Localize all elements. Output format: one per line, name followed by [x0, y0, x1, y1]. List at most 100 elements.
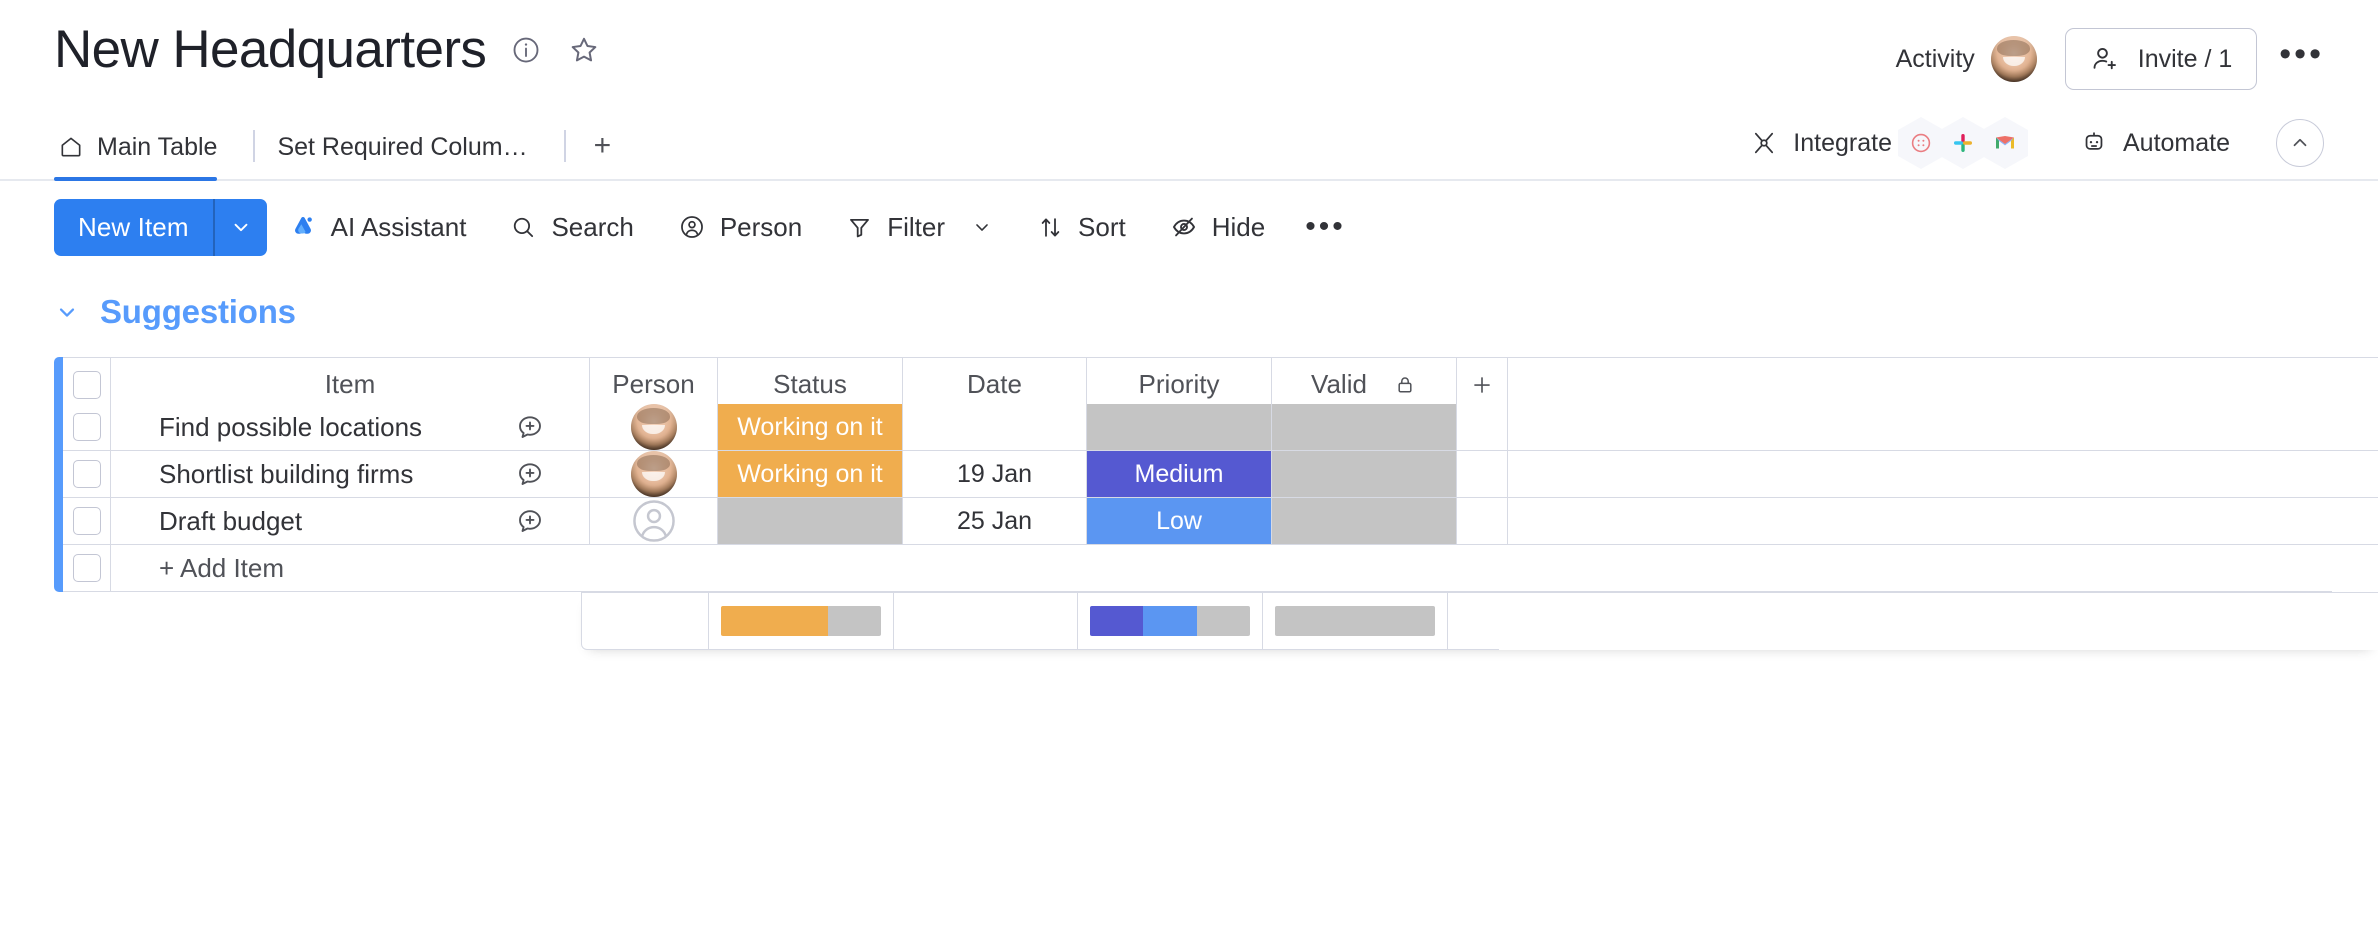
person-filter-button[interactable]: Person	[656, 199, 824, 255]
priority-badge[interactable]: Medium	[1087, 451, 1271, 497]
item-name[interactable]: Shortlist building firms	[159, 459, 413, 490]
avatar[interactable]	[630, 404, 677, 450]
cell-item[interactable]: Find possible locations	[111, 404, 590, 451]
tab-set-required-columns[interactable]: Set Required Colum…	[273, 128, 545, 179]
valid-summary-bar	[1275, 606, 1435, 636]
item-name[interactable]: Draft budget	[159, 506, 302, 537]
automate-label: Automate	[2122, 128, 2230, 157]
cell-date[interactable]	[903, 404, 1087, 451]
chevron-up-icon[interactable]	[2276, 119, 2324, 167]
group-title[interactable]: Suggestions	[100, 293, 296, 331]
board-toolbar: New Item AI Assistant Search Person Filt…	[0, 181, 2378, 273]
sort-button[interactable]: Sort	[1015, 199, 1148, 255]
tab-set-required-columns-label: Set Required Colum…	[277, 132, 528, 161]
sort-label: Sort	[1078, 211, 1126, 242]
summary-priority[interactable]	[1078, 593, 1263, 650]
add-update-icon[interactable]	[515, 412, 545, 442]
cell-person[interactable]	[590, 451, 718, 498]
gmail-icon[interactable]	[1981, 117, 2028, 169]
avatar-placeholder-icon[interactable]	[631, 498, 677, 544]
filter-button[interactable]: Filter	[824, 199, 1015, 255]
valid-badge[interactable]	[1272, 498, 1456, 544]
toolbar-more-button[interactable]: •••	[1287, 199, 1364, 255]
add-update-icon[interactable]	[515, 459, 545, 489]
cell-person[interactable]	[590, 498, 718, 545]
integrate-button[interactable]: Integrate	[1750, 129, 1892, 158]
person-icon	[678, 213, 706, 241]
search-button[interactable]: Search	[488, 199, 655, 255]
add-person-icon	[2090, 44, 2120, 74]
add-update-icon[interactable]	[515, 506, 545, 536]
valid-badge[interactable]	[1272, 451, 1456, 497]
row-filler	[1508, 404, 2378, 451]
tab-divider-2	[563, 130, 566, 162]
group-collapse-icon[interactable]	[54, 299, 80, 325]
cell-date[interactable]: 19 Jan	[903, 451, 1087, 498]
row-filler-plus	[1457, 451, 1508, 498]
cell-priority[interactable]: Low	[1087, 498, 1272, 545]
info-circle-icon[interactable]	[508, 32, 544, 68]
slack-icon[interactable]	[1939, 117, 1986, 169]
dribbble-icon[interactable]	[1897, 117, 1944, 169]
row-filler	[1508, 451, 2378, 498]
cell-status[interactable]	[718, 498, 903, 545]
group-color-bar	[54, 498, 63, 545]
cell-valid[interactable]	[1272, 404, 1457, 451]
row-checkbox[interactable]	[72, 413, 101, 441]
star-icon[interactable]	[566, 32, 602, 68]
chevron-down-icon[interactable]	[971, 216, 993, 238]
ai-assistant-button[interactable]: AI Assistant	[267, 199, 489, 255]
cell-priority[interactable]: Medium	[1087, 451, 1272, 498]
board-content: Suggestions Item Person Status Date Prio…	[0, 281, 2378, 650]
automate-button[interactable]: Automate	[2080, 129, 2230, 158]
priority-badge[interactable]	[1087, 404, 1271, 450]
summary-valid[interactable]	[1263, 593, 1448, 650]
add-view-button[interactable]: +	[584, 129, 622, 179]
row-select-cell[interactable]	[63, 498, 111, 545]
invite-button[interactable]: Invite / 1	[2064, 28, 2258, 90]
priority-badge[interactable]: Low	[1087, 498, 1271, 544]
row-checkbox[interactable]	[72, 507, 101, 535]
title-block: New Headquarters	[54, 22, 602, 78]
hide-button[interactable]: Hide	[1148, 199, 1287, 255]
avatar[interactable]	[630, 451, 677, 497]
chevron-down-icon[interactable]	[215, 199, 267, 256]
select-all-checkbox[interactable]	[72, 370, 101, 399]
cell-valid[interactable]	[1272, 451, 1457, 498]
new-item-split-button[interactable]: New Item	[54, 198, 267, 256]
add-item-cell[interactable]: + Add Item	[111, 545, 2332, 592]
add-item-select-cell[interactable]	[63, 545, 111, 592]
board-more-menu-button[interactable]: •••	[2279, 37, 2324, 81]
status-badge[interactable]: Working on it	[718, 404, 902, 450]
item-name[interactable]: Find possible locations	[159, 412, 422, 443]
cell-status[interactable]: Working on it	[718, 404, 903, 451]
row-select-cell[interactable]	[63, 404, 111, 451]
search-label: Search	[551, 211, 634, 242]
column-header-valid-label: Valid	[1311, 369, 1367, 399]
avatar[interactable]	[1990, 36, 2037, 82]
cell-status[interactable]: Working on it	[718, 451, 903, 498]
cell-item[interactable]: Draft budget	[111, 498, 590, 545]
cell-priority[interactable]	[1087, 404, 1272, 451]
add-item-checkbox[interactable]	[72, 554, 101, 582]
cell-item[interactable]: Shortlist building firms	[111, 451, 590, 498]
new-item-button[interactable]: New Item	[54, 199, 213, 256]
cell-person[interactable]	[590, 404, 718, 451]
table-row[interactable]: Find possible locations Working on it	[54, 404, 2378, 451]
activity-control[interactable]: Activity	[1896, 36, 2037, 82]
row-select-cell[interactable]	[63, 451, 111, 498]
status-badge[interactable]: Working on it	[718, 451, 902, 497]
table-row[interactable]: Draft budget 25 Jan Low	[54, 498, 2378, 545]
row-checkbox[interactable]	[72, 460, 101, 488]
valid-badge[interactable]	[1272, 404, 1456, 450]
lock-icon	[1393, 373, 1417, 397]
table-row[interactable]: Shortlist building firms Working on it 1…	[54, 451, 2378, 498]
summary-status[interactable]	[709, 593, 894, 650]
tab-main-table[interactable]: Main Table	[54, 128, 235, 181]
integrate-icon	[1750, 129, 1778, 157]
cell-valid[interactable]	[1272, 498, 1457, 545]
cell-date[interactable]: 25 Jan	[903, 498, 1087, 545]
add-item-row[interactable]: + Add Item	[54, 545, 2378, 592]
add-item-label[interactable]: + Add Item	[159, 553, 284, 584]
status-badge[interactable]	[718, 498, 902, 544]
